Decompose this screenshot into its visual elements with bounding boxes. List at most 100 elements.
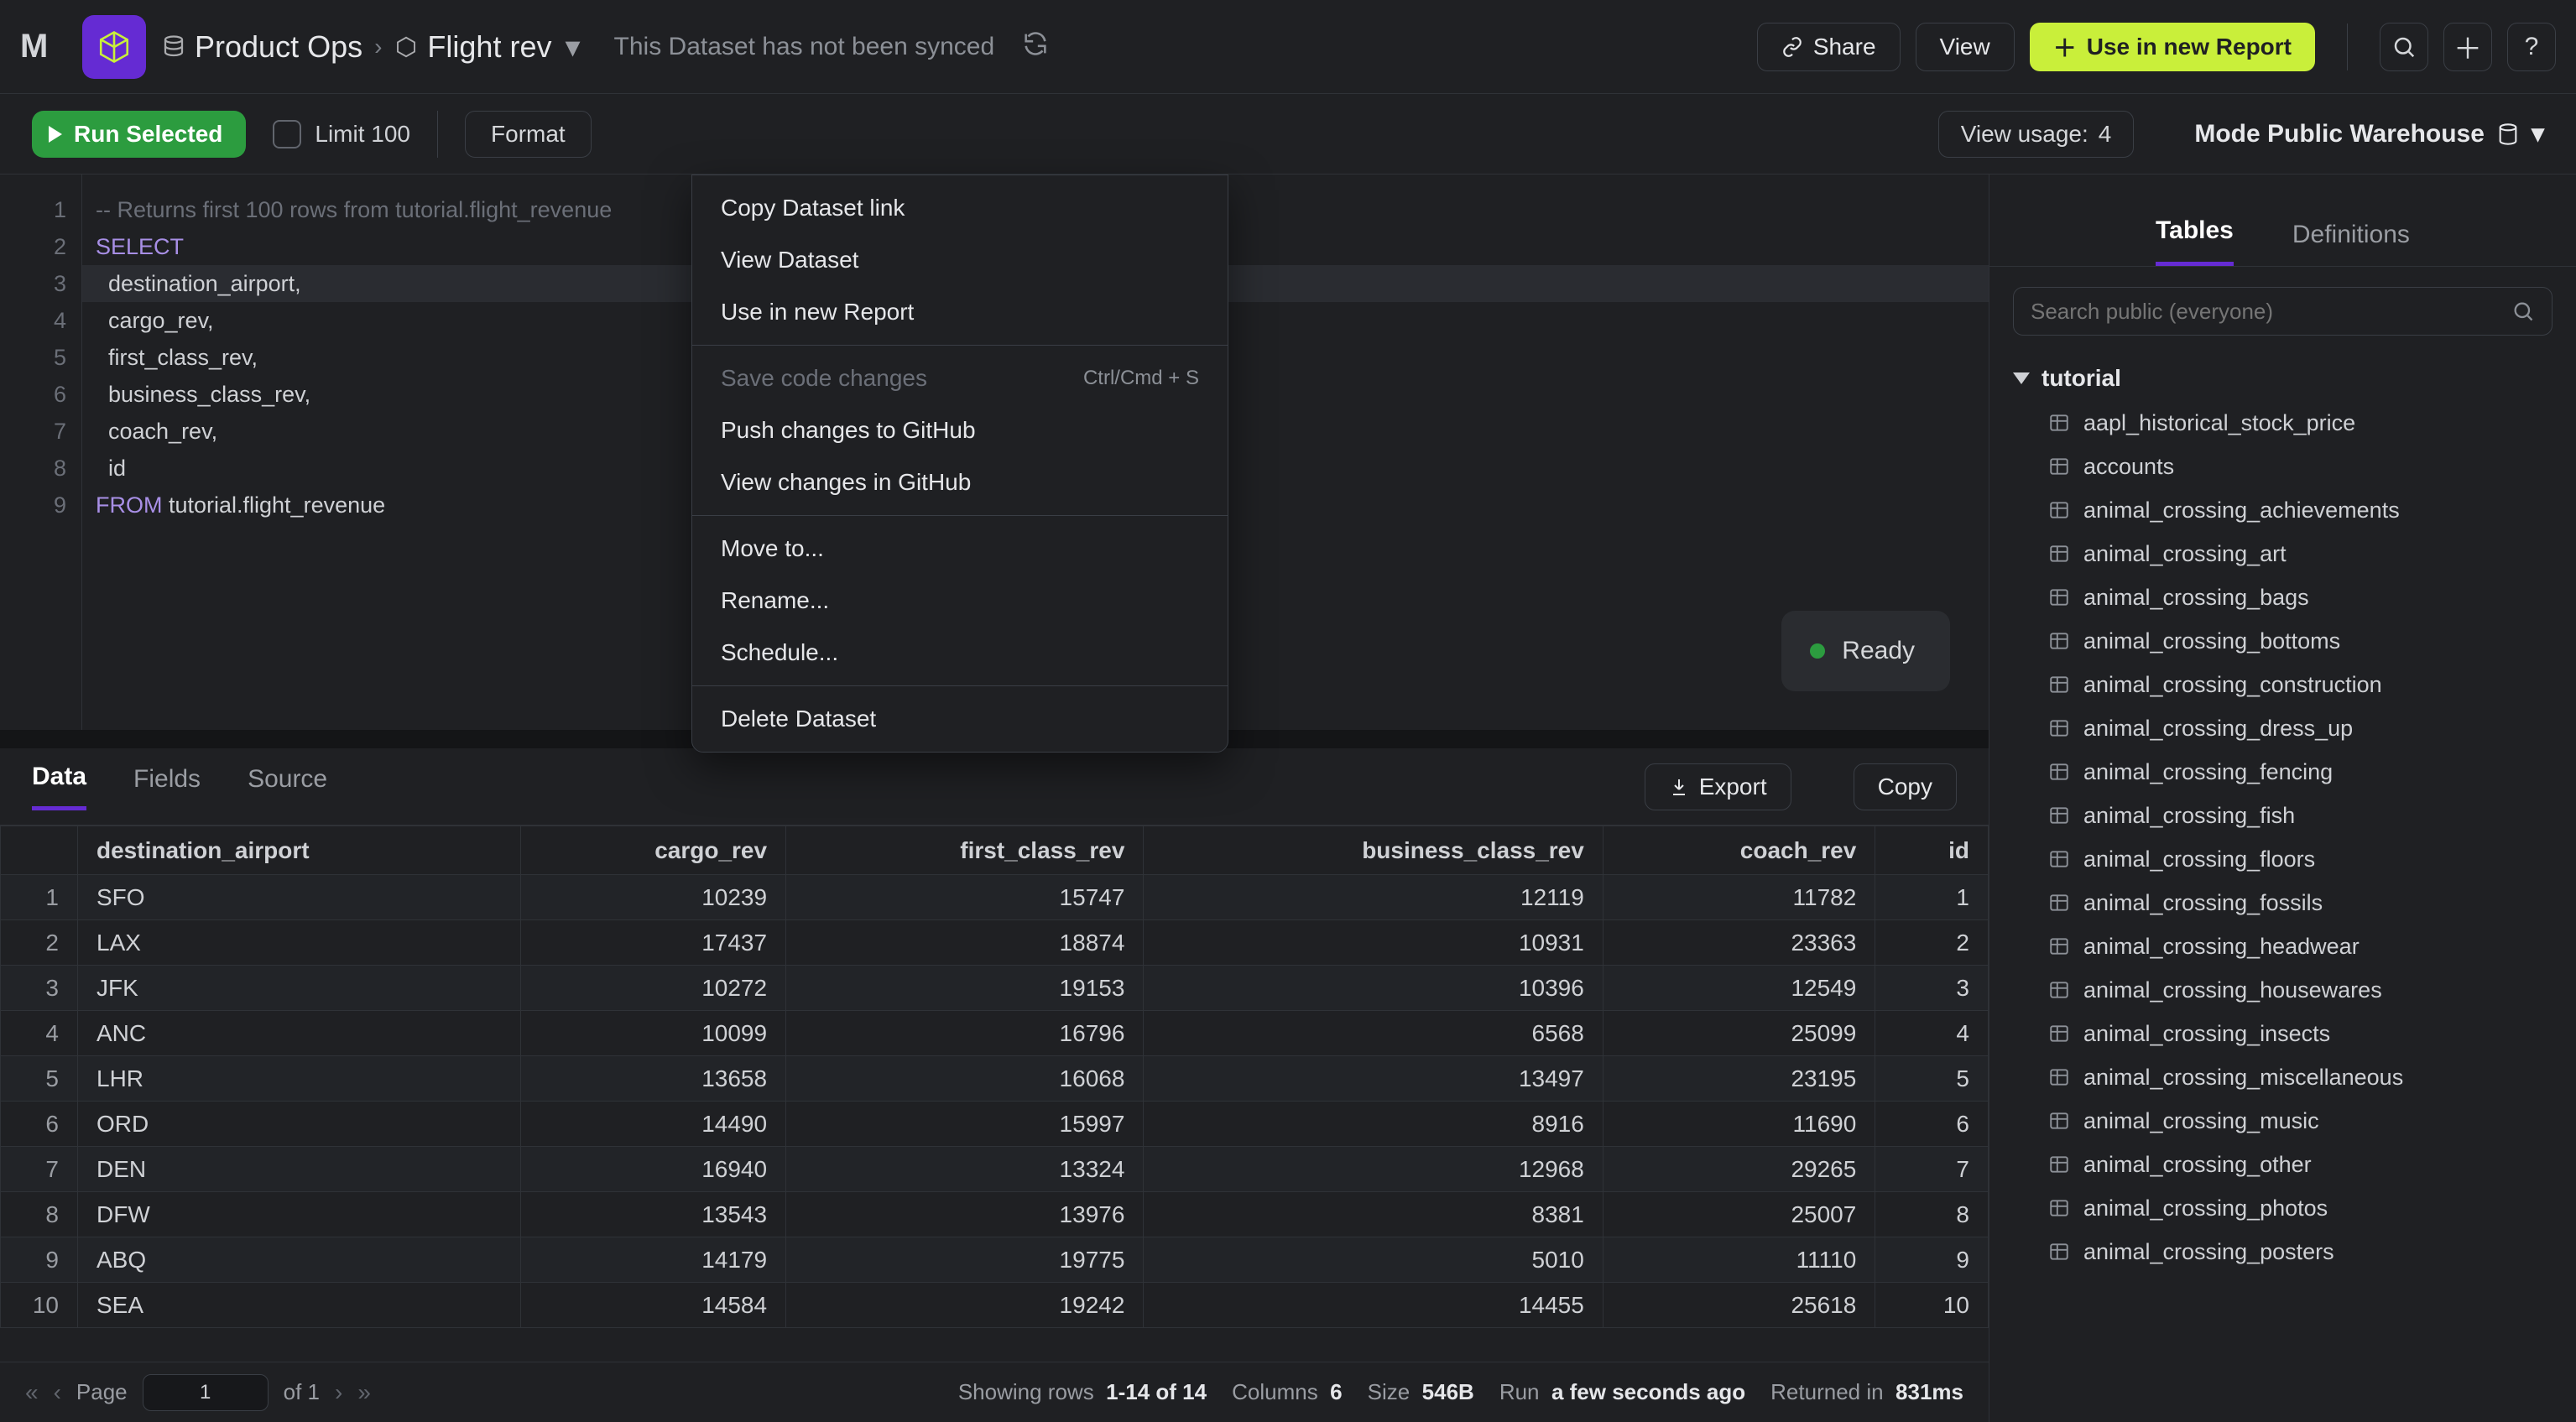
schema-table-item[interactable]: animal_crossing_posters: [2013, 1230, 2553, 1274]
schema-table-item[interactable]: animal_crossing_bags: [2013, 576, 2553, 619]
table-cell: 14179: [520, 1237, 785, 1283]
schema-table-label: animal_crossing_bottoms: [2083, 628, 2340, 654]
table-cell: 10239: [520, 875, 785, 920]
schema-group-tutorial[interactable]: tutorial: [2013, 356, 2553, 401]
schema-table-item[interactable]: accounts: [2013, 445, 2553, 488]
pager-last-button[interactable]: »: [357, 1379, 371, 1406]
table-row[interactable]: 5LHR136581606813497231955: [1, 1056, 1989, 1102]
run-selected-button[interactable]: Run Selected: [32, 111, 246, 158]
table-rownum-cell: 5: [1, 1056, 78, 1102]
context-menu-item[interactable]: Rename...: [692, 575, 1228, 627]
breadcrumb-project[interactable]: Product Ops: [161, 29, 362, 65]
schema-table-item[interactable]: animal_crossing_floors: [2013, 837, 2553, 881]
table-row[interactable]: 2LAX174371887410931233632: [1, 920, 1989, 966]
breadcrumb-dataset-label: Flight rev: [427, 29, 551, 65]
table-cell: LAX: [78, 920, 521, 966]
context-menu-item[interactable]: Use in new Report: [692, 286, 1228, 338]
tab-definitions[interactable]: Definitions: [2292, 221, 2410, 266]
use-in-new-report-button[interactable]: ＋ Use in new Report: [2030, 23, 2315, 71]
help-button[interactable]: ?: [2507, 23, 2556, 71]
schema-table-item[interactable]: animal_crossing_achievements: [2013, 488, 2553, 532]
breadcrumb-dataset[interactable]: Flight rev ▾: [394, 29, 580, 65]
context-menu-item[interactable]: Schedule...: [692, 627, 1228, 679]
table-row[interactable]: 1SFO102391574712119117821: [1, 875, 1989, 920]
pager-prev-button[interactable]: ‹: [54, 1379, 61, 1406]
schema-table-item[interactable]: animal_crossing_photos: [2013, 1186, 2553, 1230]
table-row[interactable]: 7DEN169401332412968292657: [1, 1147, 1989, 1192]
pager-next-button[interactable]: ›: [335, 1379, 342, 1406]
tab-source[interactable]: Source: [248, 765, 327, 809]
schema-table-item[interactable]: animal_crossing_fish: [2013, 794, 2553, 837]
table-row[interactable]: 9ABQ14179197755010111109: [1, 1237, 1989, 1283]
share-button[interactable]: Share: [1757, 23, 1901, 71]
breadcrumb-project-label: Product Ops: [195, 29, 362, 65]
pager-page-input[interactable]: [143, 1374, 269, 1411]
warehouse-label: Mode Public Warehouse: [2194, 120, 2485, 148]
table-column-header[interactable]: coach_rev: [1603, 826, 1875, 875]
schema-table-item[interactable]: aapl_historical_stock_price: [2013, 401, 2553, 445]
table-column-header[interactable]: id: [1875, 826, 1989, 875]
schema-search[interactable]: [2013, 287, 2553, 336]
context-menu-item[interactable]: View changes in GitHub: [692, 456, 1228, 508]
schema-table-item[interactable]: animal_crossing_construction: [2013, 663, 2553, 706]
table-cell: 7: [1875, 1147, 1989, 1192]
table-cell: 19242: [786, 1283, 1144, 1328]
database-icon: [161, 34, 186, 60]
schema-table-item[interactable]: animal_crossing_music: [2013, 1099, 2553, 1143]
tab-fields[interactable]: Fields: [133, 765, 201, 809]
context-menu-item[interactable]: Move to...: [692, 523, 1228, 575]
table-cell: 6: [1875, 1102, 1989, 1147]
table-cell: 5010: [1144, 1237, 1603, 1283]
schema-table-item[interactable]: animal_crossing_bottoms: [2013, 619, 2553, 663]
context-menu-item[interactable]: Push changes to GitHub: [692, 404, 1228, 456]
checkbox-icon[interactable]: [273, 120, 301, 148]
table-row[interactable]: 10SEA1458419242144552561810: [1, 1283, 1989, 1328]
schema-table-item[interactable]: animal_crossing_other: [2013, 1143, 2553, 1186]
limit-toggle[interactable]: Limit 100: [273, 120, 410, 148]
context-menu-item[interactable]: Delete Dataset: [692, 693, 1228, 745]
view-usage-button[interactable]: View usage: 4: [1938, 111, 2135, 158]
chevron-down-icon[interactable]: ▾: [565, 29, 580, 65]
schema-table-item[interactable]: animal_crossing_fencing: [2013, 750, 2553, 794]
breadcrumb-separator-icon: ›: [374, 34, 382, 60]
table-rownum-cell: 7: [1, 1147, 78, 1192]
context-menu-item[interactable]: Copy Dataset link: [692, 182, 1228, 234]
schema-table-item[interactable]: animal_crossing_housewares: [2013, 968, 2553, 1012]
context-menu-item[interactable]: View Dataset: [692, 234, 1228, 286]
sql-editor[interactable]: 123456789 -- Returns first 100 rows from…: [0, 174, 1989, 730]
table-icon: [2048, 848, 2070, 870]
new-button[interactable]: ＋: [2443, 23, 2492, 71]
dataset-context-menu: Copy Dataset link View Dataset Use in ne…: [691, 174, 1228, 753]
schema-table-item[interactable]: animal_crossing_miscellaneous: [2013, 1055, 2553, 1099]
view-button[interactable]: View: [1916, 23, 2015, 71]
table-row[interactable]: 6ORD14490159978916116906: [1, 1102, 1989, 1147]
schema-table-item[interactable]: animal_crossing_insects: [2013, 1012, 2553, 1055]
search-button[interactable]: [2380, 23, 2428, 71]
app-logo[interactable]: M: [20, 23, 67, 70]
tab-tables[interactable]: Tables: [2156, 216, 2234, 266]
table-cell: 12968: [1144, 1147, 1603, 1192]
project-icon[interactable]: [82, 15, 146, 79]
schema-table-item[interactable]: animal_crossing_dress_up: [2013, 706, 2553, 750]
export-button[interactable]: Export: [1645, 763, 1791, 810]
table-column-header[interactable]: destination_airport: [78, 826, 521, 875]
format-button[interactable]: Format: [465, 111, 592, 158]
schema-table-item[interactable]: animal_crossing_headwear: [2013, 925, 2553, 968]
warehouse-selector[interactable]: Mode Public Warehouse ▾: [2194, 119, 2544, 148]
table-row[interactable]: 4ANC10099167966568250994: [1, 1011, 1989, 1056]
schema-table-item[interactable]: animal_crossing_art: [2013, 532, 2553, 576]
table-column-header[interactable]: first_class_rev: [786, 826, 1144, 875]
sync-icon[interactable]: [1021, 29, 1050, 64]
tab-data[interactable]: Data: [32, 763, 86, 810]
schema-table-item[interactable]: animal_crossing_fossils: [2013, 881, 2553, 925]
table-row[interactable]: 8DFW13543139768381250078: [1, 1192, 1989, 1237]
context-menu-item-label: Use in new Report: [721, 299, 914, 326]
schema-search-input[interactable]: [2031, 299, 2500, 325]
table-row[interactable]: 3JFK102721915310396125493: [1, 966, 1989, 1011]
schema-table-label: animal_crossing_miscellaneous: [2083, 1065, 2403, 1091]
copy-button[interactable]: Copy: [1854, 763, 1957, 810]
pager-first-button[interactable]: «: [25, 1379, 39, 1406]
table-column-header[interactable]: business_class_rev: [1144, 826, 1603, 875]
table-cell: 13976: [786, 1192, 1144, 1237]
table-column-header[interactable]: cargo_rev: [520, 826, 785, 875]
